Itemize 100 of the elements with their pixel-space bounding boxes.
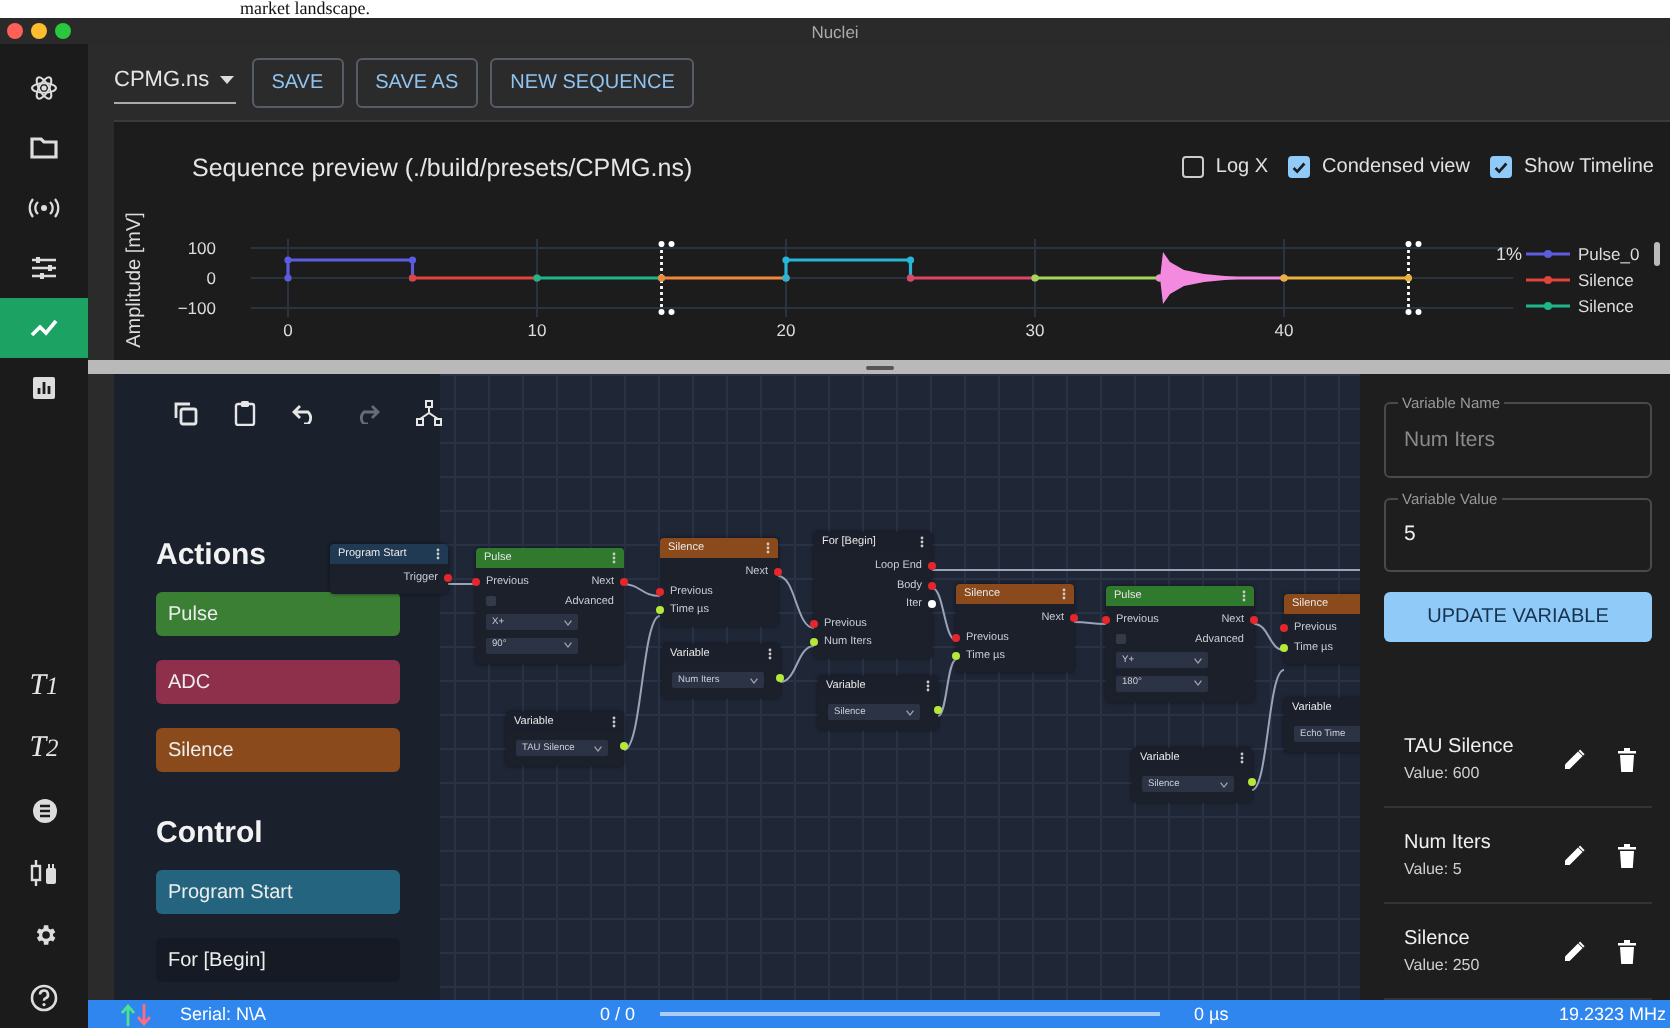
connection-line (1251, 669, 1285, 791)
checkbox-label: Condensed view (1322, 156, 1470, 178)
step-count: 0 / 0 (600, 1004, 638, 1024)
checkbox[interactable] (1181, 156, 1204, 178)
port-dot[interactable] (1070, 614, 1078, 622)
trash-icon (1618, 843, 1636, 868)
port-dot[interactable] (928, 581, 936, 589)
legend-note: 1% (1496, 244, 1523, 264)
checkbox[interactable] (1489, 156, 1512, 178)
caret-icon (1194, 657, 1202, 663)
tool-button[interactable] (416, 400, 442, 426)
port-dot[interactable] (810, 619, 818, 627)
caret-icon (219, 76, 234, 84)
port-dot[interactable] (1280, 624, 1288, 632)
plug-icon (30, 860, 58, 886)
connection-line (1253, 623, 1285, 651)
scrollbar-thumb[interactable] (1654, 242, 1660, 266)
tick-label: 30 (1025, 320, 1045, 340)
legend-item[interactable]: Silence (1526, 296, 1634, 316)
database-icon (31, 798, 57, 824)
tool-button[interactable] (234, 400, 256, 426)
port-dot[interactable] (1248, 778, 1256, 786)
pencil-icon (1564, 844, 1586, 867)
port-dot[interactable] (928, 562, 936, 570)
legend-label: Silence (1578, 270, 1635, 290)
port-dot[interactable] (620, 578, 628, 586)
hierarchy-icon (416, 400, 442, 426)
file-dropdown[interactable]: CPMG.ns (114, 60, 236, 104)
window-controls-icon[interactable] (6, 22, 74, 40)
caret-icon (564, 619, 572, 625)
palette-heading: Actions (156, 538, 267, 572)
variable-name: Silence (1404, 928, 1472, 951)
palette-item[interactable]: ADC (156, 660, 400, 704)
port-dot[interactable] (810, 638, 818, 646)
port-dot[interactable] (620, 742, 628, 750)
port-dot[interactable] (952, 633, 960, 641)
tick-label: 0 (206, 268, 216, 288)
variable-value: Value: 600 (1404, 764, 1482, 783)
connection-line (779, 645, 815, 683)
line-chart-icon (30, 318, 58, 338)
help-icon (30, 983, 58, 1011)
checkbox[interactable] (486, 596, 496, 606)
port-dot[interactable] (776, 674, 784, 682)
checkbox[interactable] (1288, 156, 1311, 178)
legend-item[interactable]: Pulse_0 (1526, 244, 1640, 264)
port-dot[interactable] (472, 578, 480, 586)
palette-item[interactable]: Pulse (156, 592, 400, 636)
tick-label: 0 (283, 320, 293, 340)
legend-label: Silence (1578, 296, 1635, 316)
port-dot[interactable] (774, 568, 782, 576)
redo-icon (354, 403, 380, 423)
frequency: 19.2323 MHz (1558, 1004, 1668, 1024)
connection-line (937, 659, 957, 717)
tick-label: 10 (527, 320, 547, 340)
toolbar-button[interactable]: SAVE (251, 57, 344, 107)
tool-button[interactable] (292, 403, 318, 423)
broadcast-icon (28, 198, 60, 218)
connection-line (623, 615, 661, 751)
port-dot[interactable] (656, 606, 664, 614)
variable-value: Value: 250 (1404, 956, 1482, 975)
atom-icon (30, 74, 58, 102)
connection-line (447, 583, 477, 585)
connection-line (931, 587, 957, 641)
port-dot[interactable] (934, 706, 942, 714)
pencil-icon (1564, 748, 1586, 771)
port-dot[interactable] (1102, 616, 1110, 624)
variable-name: Num Iters (1404, 832, 1493, 855)
port-dot[interactable] (656, 587, 664, 595)
caret-icon (1220, 781, 1228, 787)
port-dot[interactable] (1280, 643, 1288, 651)
settings-icon (31, 922, 57, 948)
trash-icon (1618, 747, 1636, 772)
port-dot[interactable] (928, 600, 936, 608)
undo-icon (292, 403, 318, 423)
bar-chart-icon (32, 376, 56, 400)
checkbox-label: Show Timeline (1523, 156, 1654, 178)
folder-icon (30, 136, 58, 160)
checkbox[interactable] (1116, 634, 1126, 644)
trash-icon (1618, 939, 1636, 964)
serial-status: Serial: N\A (180, 1004, 269, 1024)
preview-title: Sequence preview (./build/presets/CPMG.ns) (192, 153, 693, 181)
toolbar-button[interactable]: NEW SEQUENCE (490, 57, 695, 107)
window-title: Nuclei (811, 21, 859, 41)
variable-value: Value: 5 (1404, 860, 1464, 879)
caret-icon (906, 709, 914, 715)
caret-icon (1194, 680, 1202, 686)
palette-item[interactable]: Program Start (156, 870, 400, 914)
port-dot[interactable] (1250, 616, 1258, 624)
port-dot[interactable] (444, 574, 452, 582)
palette-item[interactable]: Silence (156, 728, 400, 772)
transfer-icon (120, 1003, 152, 1025)
legend-item[interactable]: Silence (1526, 270, 1634, 290)
copy-icon (174, 401, 198, 425)
port-dot[interactable] (952, 652, 960, 660)
toolbar-button[interactable]: SAVE AS (355, 57, 479, 107)
update-button[interactable]: UPDATE VARIABLE (1384, 592, 1652, 643)
caret-icon (750, 677, 758, 683)
palette-item[interactable]: For [Begin] (156, 938, 400, 982)
tool-button[interactable] (174, 401, 198, 425)
caret-icon (564, 642, 572, 648)
